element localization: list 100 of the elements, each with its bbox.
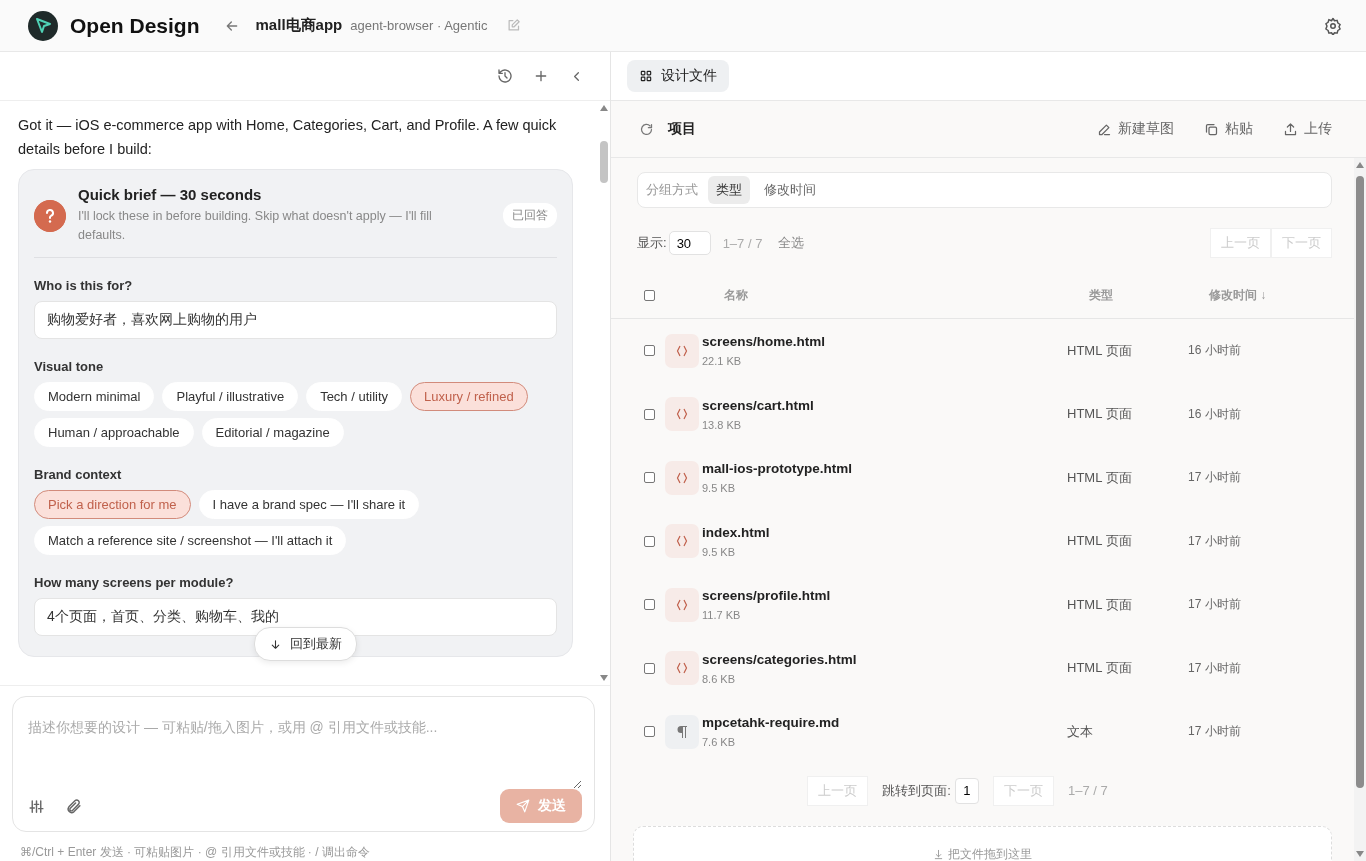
- jump-label: 跳转到页面:: [882, 781, 951, 800]
- status-badge: 已回答: [503, 203, 557, 228]
- app-name: Open Design: [70, 13, 200, 38]
- question-label: Brand context: [34, 467, 123, 482]
- group-option[interactable]: 类型: [708, 176, 750, 204]
- option-chip[interactable]: Modern minimal: [34, 382, 155, 411]
- brief-title: Quick brief — 30 seconds: [78, 186, 263, 203]
- checkbox[interactable]: [644, 662, 655, 674]
- toolbar-button[interactable]: 上传: [1277, 119, 1338, 139]
- copy-icon: [1204, 121, 1219, 137]
- file-name[interactable]: mpcetahk-require.md: [702, 715, 1067, 731]
- scrollbar-thumb[interactable]: [1356, 176, 1364, 788]
- checkbox[interactable]: [644, 599, 655, 611]
- files-tab[interactable]: 设计文件: [627, 60, 729, 92]
- select-all-link[interactable]: 全选: [778, 234, 805, 252]
- edit-icon: [505, 18, 521, 33]
- project-meta: agent-browser · Agentic: [350, 18, 488, 33]
- scroll-up-icon[interactable]: [600, 105, 608, 111]
- paperclip-icon: [65, 797, 82, 815]
- breadcrumb[interactable]: 项目: [668, 120, 696, 138]
- download-icon: [933, 849, 944, 860]
- file-size: 11.7 KB: [702, 609, 742, 622]
- file-type: HTML 页面: [1067, 595, 1133, 614]
- page-number-field[interactable]: 1: [954, 777, 979, 804]
- file-name[interactable]: screens/profile.html: [702, 588, 1067, 604]
- group-option[interactable]: 修改时间: [756, 176, 824, 204]
- text-file-icon: [665, 714, 699, 749]
- question-icon: [34, 199, 66, 232]
- modified-time: 16 小时前: [1188, 405, 1241, 423]
- toolbar-button[interactable]: 粘贴: [1198, 119, 1259, 139]
- drop-hint: 把文件拖到这里: [948, 846, 1032, 861]
- checkbox[interactable]: [644, 472, 655, 484]
- file-size: 7.6 KB: [702, 736, 737, 749]
- file-size: 22.1 KB: [702, 355, 743, 368]
- file-size: 13.8 KB: [702, 418, 743, 431]
- checkbox[interactable]: [644, 535, 655, 547]
- assistant-message: Got it — iOS e-commerce app with Home, Categories, Cart, and Profile. A few quick details before I build:: [18, 116, 558, 159]
- file-name[interactable]: screens/cart.html: [702, 397, 1067, 413]
- display-label: 显示:: [637, 234, 667, 252]
- code-file-icon: [665, 651, 699, 686]
- grid-icon: [639, 69, 653, 83]
- scroll-down-icon[interactable]: [600, 675, 608, 681]
- checkbox[interactable]: [644, 289, 655, 301]
- code-file-icon: [665, 524, 699, 559]
- modified-time: 17 小时前: [1188, 532, 1241, 550]
- file-type: HTML 页面: [1067, 468, 1133, 487]
- logo-icon: [28, 10, 58, 41]
- file-type: HTML 页面: [1067, 341, 1133, 360]
- checkbox[interactable]: [644, 408, 655, 420]
- checkbox[interactable]: [644, 345, 655, 357]
- answer-field[interactable]: 购物爱好者，喜欢网上购物的用户: [34, 301, 557, 339]
- file-type: HTML 页面: [1067, 532, 1133, 551]
- scroll-up-icon[interactable]: [1356, 162, 1364, 168]
- checkbox[interactable]: [644, 726, 655, 738]
- answer-field[interactable]: 4个页面，首页、分类、购物车、我的: [34, 598, 557, 636]
- file-name[interactable]: screens/categories.html: [702, 651, 1067, 667]
- modified-time: 17 小时前: [1188, 659, 1241, 677]
- file-size: 9.5 KB: [702, 545, 737, 558]
- history-icon: [497, 68, 513, 84]
- refresh-icon: [639, 121, 654, 137]
- arrow-down-icon: [269, 637, 282, 651]
- toolbar-button[interactable]: 新建草图: [1091, 119, 1180, 139]
- modified-time: 17 小时前: [1188, 596, 1241, 614]
- file-type: HTML 页面: [1067, 659, 1133, 678]
- file-name[interactable]: mall-ios-prototype.html: [702, 461, 1067, 477]
- file-size: 8.6 KB: [702, 672, 737, 685]
- range-text: 1–7 / 7: [1067, 783, 1108, 798]
- scrollbar-thumb[interactable]: [600, 141, 608, 183]
- question-label: Who is this for?: [34, 278, 134, 293]
- pencil-icon: [1097, 121, 1112, 137]
- modified-time: 16 小时前: [1188, 342, 1241, 360]
- sliders-icon: [28, 797, 45, 815]
- modified-time: 17 小时前: [1188, 723, 1241, 741]
- send-icon: [516, 799, 530, 813]
- file-type: 文本: [1067, 722, 1094, 741]
- option-chip[interactable]: Tech / utility: [306, 382, 403, 411]
- option-chip[interactable]: I have a brand spec — I'll share it: [198, 490, 420, 519]
- shortcut-hint: ⌘/Ctrl + Enter 发送 · 可粘贴图片 · @ 引用文件或技能 · / 调出命令: [19, 844, 371, 861]
- option-chip[interactable]: Human / approachable: [34, 418, 194, 447]
- option-chip[interactable]: Match a reference site / screenshot — I'll attach it: [34, 526, 347, 555]
- scroll-down-icon[interactable]: [1356, 851, 1364, 857]
- file-size: 9.5 KB: [702, 482, 737, 495]
- jump-to-latest-button[interactable]: 回到最新: [254, 627, 357, 661]
- file-name[interactable]: index.html: [702, 524, 1067, 540]
- code-file-icon: [665, 397, 699, 432]
- group-by-label: 分组方式: [646, 181, 698, 199]
- question-label: Visual tone: [34, 359, 105, 374]
- project-title: mall电商app: [255, 16, 343, 35]
- option-chip[interactable]: Playful / illustrative: [162, 382, 299, 411]
- code-file-icon: [665, 587, 699, 622]
- code-file-icon: [665, 333, 699, 368]
- file-name[interactable]: screens/home.html: [702, 334, 1067, 350]
- plus-icon: [533, 68, 549, 84]
- file-type: HTML 页面: [1067, 405, 1133, 424]
- brief-subtitle: I'll lock these in before building. Skip what doesn't apply — I'll fill defaults.: [78, 208, 433, 244]
- option-chip[interactable]: Editorial / magazine: [201, 418, 344, 447]
- modified-time: 17 小时前: [1188, 469, 1241, 487]
- settings-icon: [1324, 16, 1342, 35]
- question-label: How many screens per module?: [34, 575, 235, 590]
- page-size-field[interactable]: 30: [668, 231, 711, 255]
